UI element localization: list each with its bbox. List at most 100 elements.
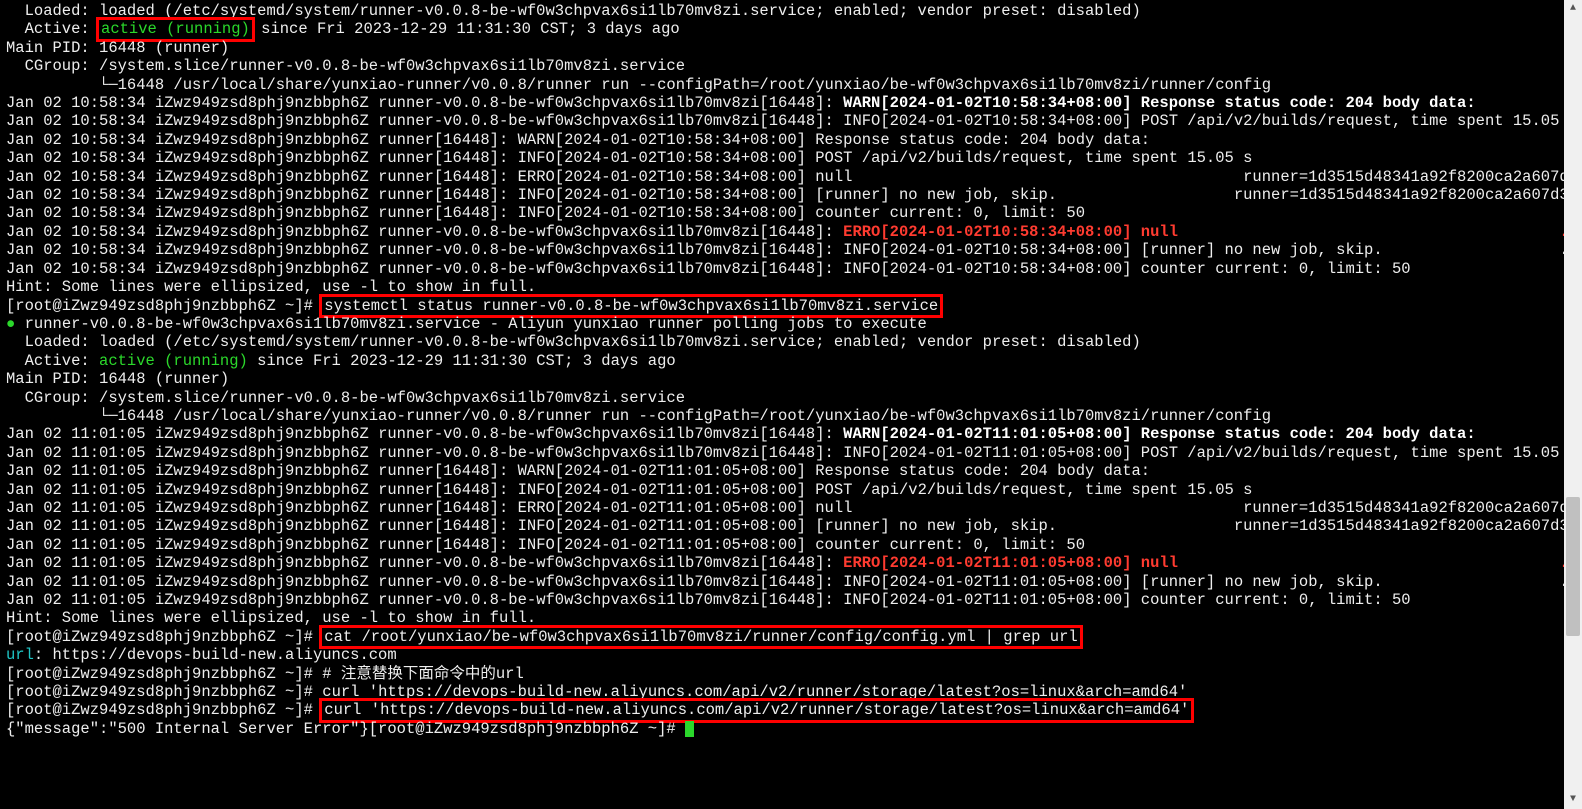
loaded-value: loaded (/etc/systemd/system/runner-v0.0.… — [99, 2, 1141, 20]
log-info: INFO[2024-01-02T11:01:05+08:00] POST /ap… — [843, 444, 1578, 462]
active-since: since Fri 2023-12-29 11:31:30 CST; 3 day… — [248, 352, 676, 370]
cmd-curl-highlight[interactable]: curl 'https://devops-build-new.aliyuncs.… — [322, 701, 1191, 719]
service-desc: runner-v0.0.8-be-wf0w3chpvax6si1lb70mv8z… — [15, 315, 927, 333]
active-status: active (running) — [101, 20, 250, 38]
log-skip-body: [runner] no new job, skip. — [806, 517, 1234, 535]
log-ts: Jan 02 11:01:05 iZwz949zsd8phj9nzbbph6Z — [6, 444, 369, 462]
log-svc-short: runner[16448]: — [369, 536, 518, 554]
log-ts: Jan 02 10:58:34 iZwz949zsd8phj9nzbbph6Z — [6, 149, 369, 167]
active-status: active (running) — [99, 352, 248, 370]
log-svc-long: runner-v0.0.8-be-wf0w3chpvax6si1lb70mv8z… — [369, 444, 843, 462]
spacer — [1383, 241, 1560, 259]
hint-line: Hint: Some lines were ellipsized, use -l… — [6, 609, 1518, 627]
log-ts: Jan 02 10:58:34 iZwz949zsd8phj9nzbbph6Z — [6, 186, 369, 204]
log-counter: counter current: 0, limit: 50 — [806, 536, 1085, 554]
log-svc-short: runner[16448]: — [369, 499, 518, 517]
log-svc-long: runner-v0.0.8-be-wf0w3chpvax6si1lb70mv8z… — [369, 554, 843, 572]
log-svc-short: runner[16448]: — [369, 517, 518, 535]
hint-line: Hint: Some lines were ellipsized, use -l… — [6, 278, 1518, 296]
log-ts: Jan 02 10:58:34 iZwz949zsd8phj9nzbbph6Z — [6, 131, 369, 149]
log-svc-long: runner-v0.0.8-be-wf0w3chpvax6si1lb70mv8z… — [369, 223, 843, 241]
log-info-body: POST /api/v2/builds/request, time spent … — [806, 149, 1252, 167]
log-svc-short: runner[16448]: — [369, 168, 518, 186]
log-svc-long: runner-v0.0.8-be-wf0w3chpvax6si1lb70mv8z… — [369, 241, 843, 259]
log-svc-short: runner[16448]: — [369, 462, 518, 480]
active-label: Active: — [6, 352, 99, 370]
log-info-body: POST /api/v2/builds/request, time spent … — [806, 481, 1252, 499]
log-info-ts: INFO[2024-01-02T10:58:34+08:00] — [518, 204, 806, 222]
log-svc-short: runner[16448]: — [369, 131, 518, 149]
grep-value: : https://devops-build-new.aliyuncs.com — [34, 646, 397, 664]
log-counter: counter current: 0, limit: 50 — [806, 204, 1085, 222]
log-svc-long: runner-v0.0.8-be-wf0w3chpvax6si1lb70mv8z… — [369, 260, 843, 278]
log-ts: Jan 02 11:01:05 iZwz949zsd8phj9nzbbph6Z — [6, 554, 369, 572]
loaded-label: Loaded: — [6, 2, 99, 20]
curl-response: {"message":"500 Internal Server Error"}[… — [6, 720, 685, 738]
log-info-ts: INFO[2024-01-02T10:58:34+08:00] — [518, 149, 806, 167]
shell-prompt: [root@iZwz949zsd8phj9nzbbph6Z ~]# — [6, 665, 322, 683]
scrollbar[interactable]: ▲ ▼ — [1564, 0, 1582, 809]
shell-prompt: [root@iZwz949zsd8phj9nzbbph6Z ~]# — [6, 628, 322, 646]
log-ts: Jan 02 10:58:34 iZwz949zsd8phj9nzbbph6Z — [6, 241, 369, 259]
log-svc-long: runner-v0.0.8-be-wf0w3chpvax6si1lb70mv8z… — [369, 573, 843, 591]
runner-tag: runner=1d3515d48341a92f8200ca2a607d383f — [1234, 517, 1582, 535]
log-counter-long: INFO[2024-01-02T11:01:05+08:00] counter … — [843, 591, 1410, 609]
cmd-comment[interactable]: # 注意替换下面命令中的url — [322, 665, 524, 683]
log-err-body: null — [806, 168, 1243, 186]
shell-prompt: [root@iZwz949zsd8phj9nzbbph6Z ~]# — [6, 297, 322, 315]
log-ts: Jan 02 10:58:34 iZwz949zsd8phj9nzbbph6Z — [6, 112, 369, 130]
cmd-cat-config[interactable]: cat /root/yunxiao/be-wf0w3chpvax6si1lb70… — [322, 628, 1079, 646]
grep-key: url — [6, 646, 34, 664]
log-err-body: null — [806, 499, 1243, 517]
log-warn-ts: WARN[2024-01-02T11:01:05+08:00] — [518, 462, 806, 480]
spacer — [1178, 223, 1559, 241]
loaded-value: loaded (/etc/systemd/system/runner-v0.0.… — [99, 333, 1141, 351]
log-svc-short: runner[16448]: — [369, 204, 518, 222]
log-info-ts: INFO[2024-01-02T10:58:34+08:00] — [518, 186, 806, 204]
log-svc-short: runner[16448]: — [369, 186, 518, 204]
log-info-ts: INFO[2024-01-02T11:01:05+08:00] — [518, 536, 806, 554]
log-skip-long: INFO[2024-01-02T10:58:34+08:00] [runner]… — [843, 241, 1383, 259]
scroll-down-icon[interactable]: ▼ — [1564, 791, 1582, 809]
log-warn-body: Response status code: 204 body data: — [806, 462, 1150, 480]
scrollbar-track[interactable] — [1564, 18, 1582, 791]
log-svc-long: runner-v0.0.8-be-wf0w3chpvax6si1lb70mv8z… — [369, 591, 843, 609]
log-ts: Jan 02 10:58:34 iZwz949zsd8phj9nzbbph6Z — [6, 204, 369, 222]
log-ts: Jan 02 10:58:34 iZwz949zsd8phj9nzbbph6Z — [6, 223, 369, 241]
cmd-systemctl-status[interactable]: systemctl status runner-v0.0.8-be-wf0w3c… — [322, 297, 940, 315]
log-info-ts: INFO[2024-01-02T11:01:05+08:00] — [518, 481, 806, 499]
log-ts: Jan 02 10:58:34 iZwz949zsd8phj9nzbbph6Z — [6, 94, 369, 112]
log-info: INFO[2024-01-02T10:58:34+08:00] POST /ap… — [843, 112, 1578, 130]
spacer — [1383, 573, 1560, 591]
log-err-ts: ERRO[2024-01-02T11:01:05+08:00] — [518, 499, 806, 517]
log-skip-long: INFO[2024-01-02T11:01:05+08:00] [runner]… — [843, 573, 1383, 591]
active-label: Active: — [6, 20, 99, 38]
cursor-icon — [685, 721, 694, 737]
cmd-curl[interactable]: curl 'https://devops-build-new.aliyuncs.… — [322, 683, 1187, 701]
log-svc-long: runner-v0.0.8-be-wf0w3chpvax6si1lb70mv8z… — [369, 425, 843, 443]
log-ts: Jan 02 10:58:34 iZwz949zsd8phj9nzbbph6Z — [6, 260, 369, 278]
log-err-ts: ERRO[2024-01-02T10:58:34+08:00] — [518, 168, 806, 186]
log-ts: Jan 02 11:01:05 iZwz949zsd8phj9nzbbph6Z — [6, 425, 369, 443]
log-skip-body: [runner] no new job, skip. — [806, 186, 1234, 204]
log-svc-long: runner-v0.0.8-be-wf0w3chpvax6si1lb70mv8z… — [369, 112, 843, 130]
runner-tag: runner=1d3515d48341a92f8200ca2a607d383f — [1234, 186, 1582, 204]
log-ts: Jan 02 11:01:05 iZwz949zsd8phj9nzbbph6Z — [6, 591, 369, 609]
scroll-up-icon[interactable]: ▲ — [1564, 0, 1582, 18]
main-pid: Main PID: 16448 (runner) — [6, 39, 1518, 57]
log-ts: Jan 02 11:01:05 iZwz949zsd8phj9nzbbph6Z — [6, 481, 369, 499]
loaded-label: Loaded: — [6, 333, 99, 351]
scrollbar-thumb[interactable] — [1566, 497, 1580, 636]
log-ts: Jan 02 11:01:05 iZwz949zsd8phj9nzbbph6Z — [6, 462, 369, 480]
log-ts: Jan 02 11:01:05 iZwz949zsd8phj9nzbbph6Z — [6, 517, 369, 535]
log-ts: Jan 02 11:01:05 iZwz949zsd8phj9nzbbph6Z — [6, 573, 369, 591]
log-err-long: ERRO[2024-01-02T10:58:34+08:00] null — [843, 223, 1178, 241]
log-svc-short: runner[16448]: — [369, 481, 518, 499]
shell-prompt: [root@iZwz949zsd8phj9nzbbph6Z ~]# — [6, 701, 322, 719]
shell-prompt: [root@iZwz949zsd8phj9nzbbph6Z ~]# — [6, 683, 322, 701]
log-svc-long: runner-v0.0.8-be-wf0w3chpvax6si1lb70mv8z… — [369, 94, 843, 112]
spacer — [1178, 554, 1559, 572]
log-warn-body: Response status code: 204 body data: — [806, 131, 1150, 149]
log-counter-long: INFO[2024-01-02T10:58:34+08:00] counter … — [843, 260, 1410, 278]
cgroup-line: CGroup: /system.slice/runner-v0.0.8-be-w… — [6, 389, 1518, 407]
